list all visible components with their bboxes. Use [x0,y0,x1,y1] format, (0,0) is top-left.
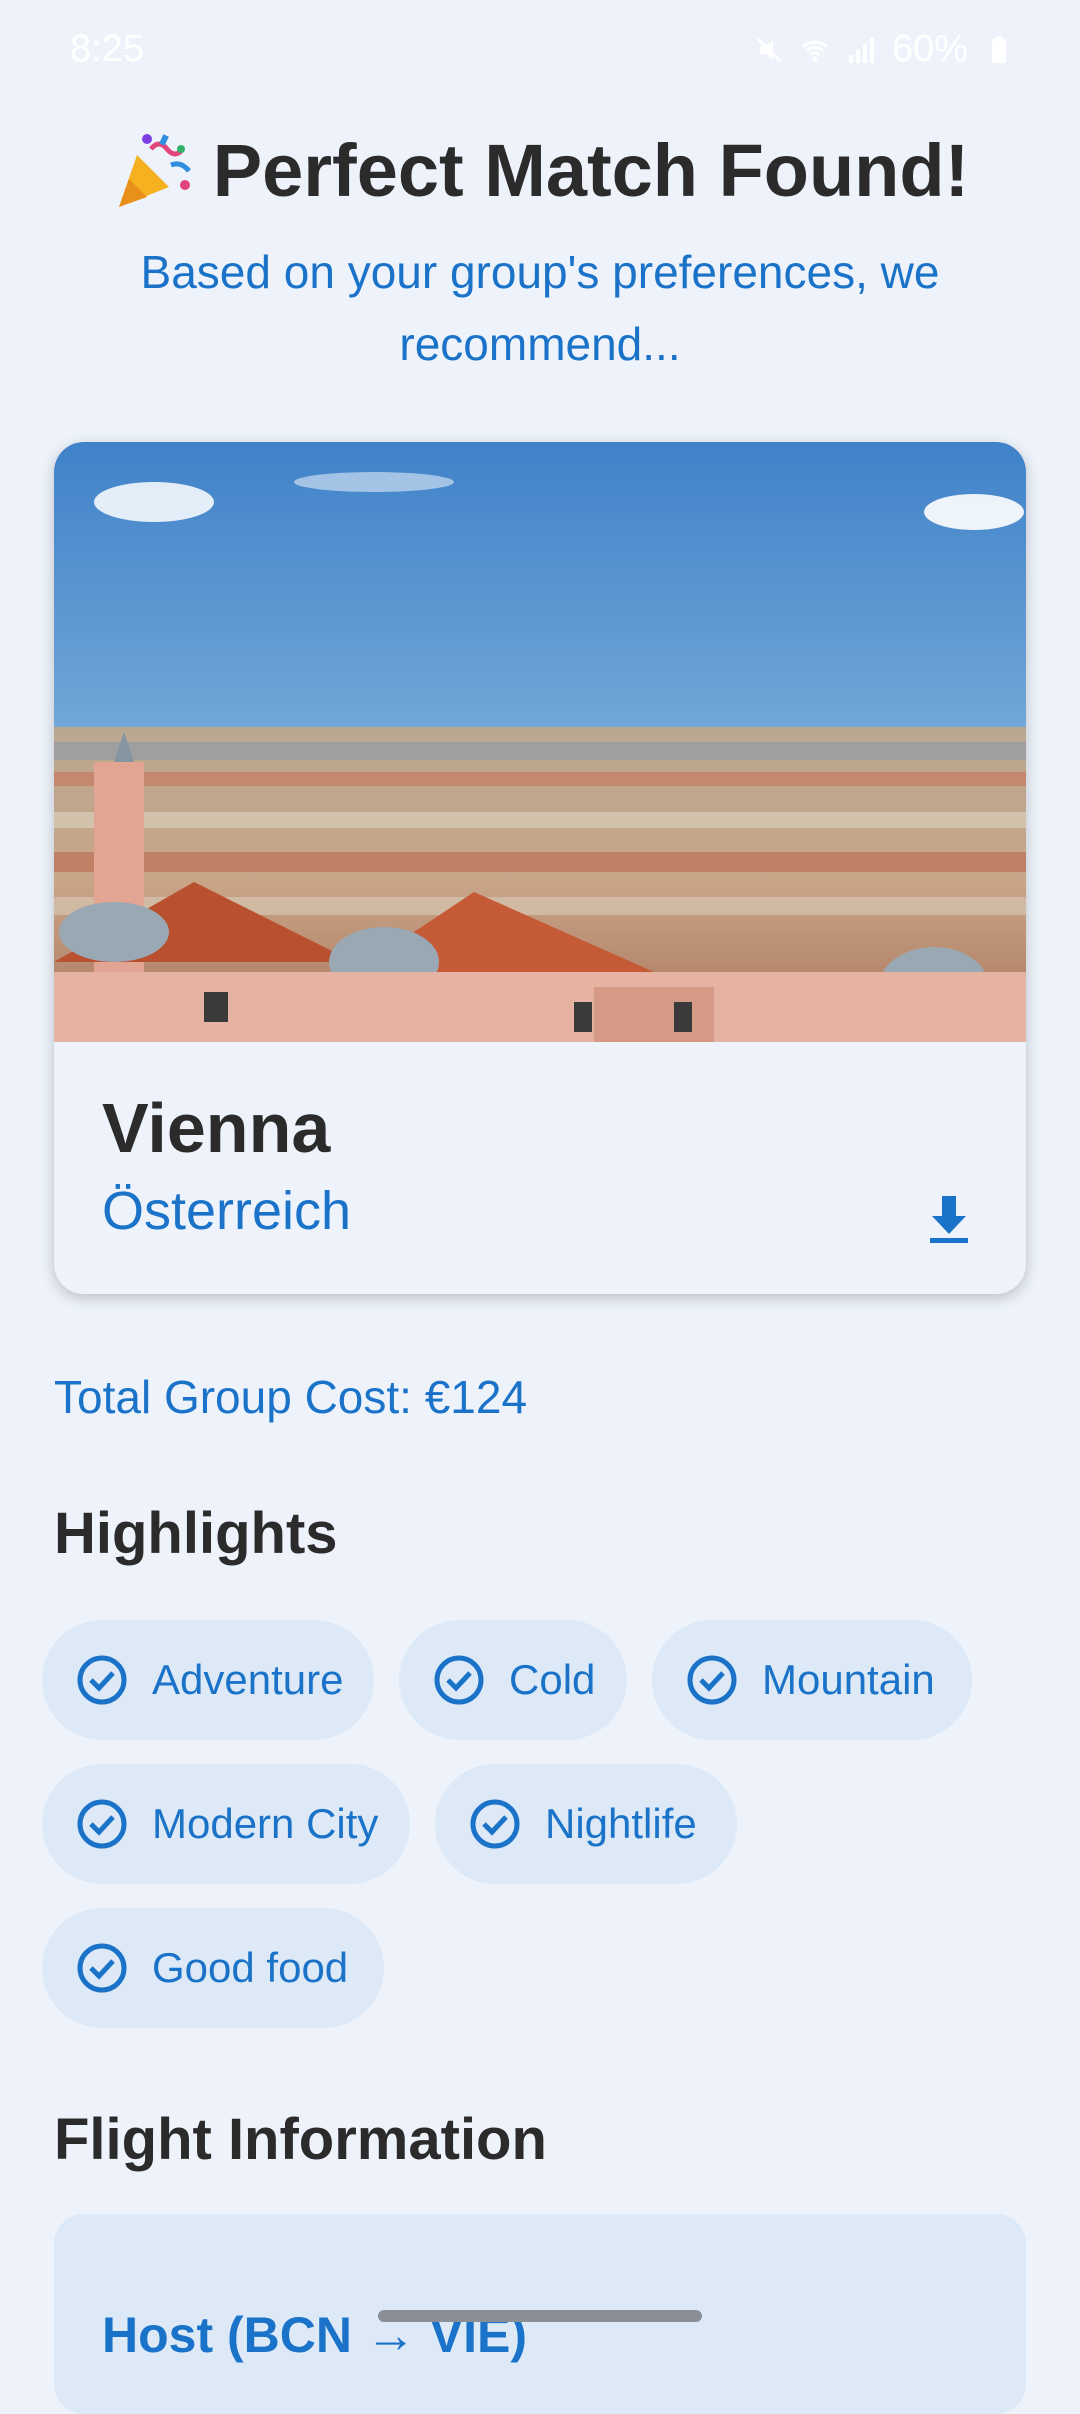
highlight-chip-modern-city: Modern City [42,1764,410,1884]
check-circle-icon [434,1655,484,1705]
status-time: 8:25 [70,28,144,70]
party-popper-icon [118,133,191,207]
highlight-chip-nightlife: Nightlife [435,1764,737,1884]
highlight-label: Cold [509,1656,596,1703]
check-circle-icon [470,1799,520,1849]
check-circle-icon [687,1655,737,1705]
check-circle-icon [77,1655,127,1705]
wifi-icon [801,40,828,61]
destination-city: Vienna [102,1089,331,1167]
check-circle-icon [77,1799,127,1849]
page-title: Perfect Match Found! [212,129,970,212]
highlight-label: Mountain [762,1656,935,1703]
page-title-row: Perfect Match Found! [111,128,969,213]
highlight-chip-mountain: Mountain [652,1620,972,1740]
page-subtitle: Based on your group's preferences, we re… [140,246,940,370]
highlight-label: Adventure [152,1656,344,1703]
download-icon[interactable] [914,1182,984,1252]
flight-heading: Flight Information [54,2107,547,2172]
status-icons: 60% [754,28,1014,71]
battery-percent: 60% [891,28,968,70]
destination-country: Österreich [102,1181,352,1241]
signal-icon [848,37,874,63]
highlight-label: Nightlife [545,1800,697,1847]
highlights-heading: Highlights [54,1501,338,1566]
destination-card[interactable]: Vienna Österreich [54,442,1026,1294]
mute-icon [756,37,781,62]
destination-photo [54,442,1026,1042]
highlight-label: Modern City [152,1800,379,1847]
header: Perfect Match Found! [0,128,1080,218]
check-circle-icon [77,1943,127,1993]
highlight-label: Good food [152,1944,349,1991]
total-cost: Total Group Cost: €124 [54,1371,528,1423]
home-indicator[interactable] [378,2310,702,2322]
battery-icon [992,35,1006,63]
highlight-chip-cold: Cold [399,1620,627,1740]
highlight-chip-adventure: Adventure [42,1620,374,1740]
highlight-chip-good-food: Good food [42,1908,384,2028]
status-bar: 8:25 60% [0,0,1080,106]
